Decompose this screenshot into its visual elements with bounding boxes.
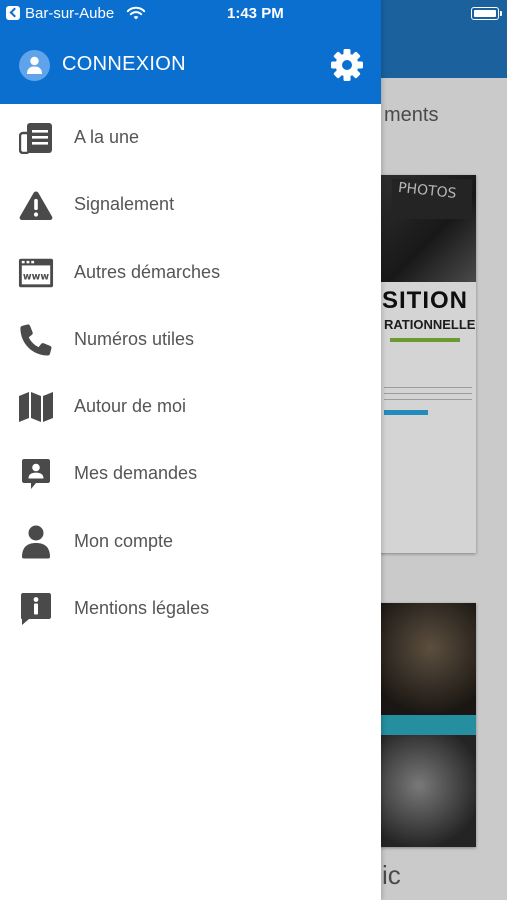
status-back-app-label[interactable]: Bar-sur-Aube bbox=[25, 5, 114, 22]
menu-label: Mentions légales bbox=[74, 598, 210, 619]
map-icon bbox=[18, 389, 54, 425]
menu-item-autres-demarches[interactable]: www Autres démarches bbox=[0, 239, 381, 306]
menu-label: Mes demandes bbox=[74, 463, 198, 484]
svg-text:www: www bbox=[23, 271, 49, 282]
menu-label: Signalement bbox=[74, 194, 175, 215]
menu-label: A la une bbox=[74, 127, 140, 147]
menu-item-mentions-legales[interactable]: Mentions légales bbox=[0, 575, 381, 642]
battery-icon bbox=[471, 7, 502, 20]
status-time: 1:43 PM bbox=[227, 5, 284, 22]
account-avatar-icon[interactable] bbox=[19, 50, 50, 81]
login-link[interactable]: CONNEXION bbox=[62, 53, 186, 76]
user-icon bbox=[18, 524, 54, 560]
menu-label: Autres démarches bbox=[74, 261, 221, 282]
wifi-icon bbox=[126, 6, 146, 20]
contact-bubble-icon bbox=[18, 456, 54, 492]
status-bar: Bar-sur-Aube 1:43 PM bbox=[0, 0, 507, 28]
settings-button[interactable] bbox=[329, 47, 365, 83]
www-window-icon: www bbox=[18, 255, 54, 291]
navigation-drawer: CONNEXION A la une Signalement www Autre… bbox=[0, 0, 381, 900]
menu-item-signalement[interactable]: Signalement bbox=[0, 171, 381, 238]
menu-item-mes-demandes[interactable]: Mes demandes bbox=[0, 440, 381, 507]
menu-item-mon-compte[interactable]: Mon compte bbox=[0, 508, 381, 575]
newspaper-icon bbox=[18, 120, 54, 156]
drawer-menu: A la une Signalement www Autres démarche… bbox=[0, 104, 381, 642]
menu-item-numeros-utiles[interactable]: Numéros utiles bbox=[0, 306, 381, 373]
menu-label: Autour de moi bbox=[74, 396, 187, 417]
back-to-app-icon[interactable] bbox=[6, 6, 20, 20]
warning-icon bbox=[18, 187, 54, 223]
info-bubble-icon bbox=[18, 591, 54, 627]
menu-label: Mon compte bbox=[74, 530, 174, 551]
menu-label: Numéros utiles bbox=[74, 328, 195, 349]
menu-item-autour-de-moi[interactable]: Autour de moi bbox=[0, 373, 381, 440]
phone-icon bbox=[18, 322, 54, 358]
gear-icon bbox=[331, 49, 363, 81]
menu-item-a-la-une[interactable]: A la une bbox=[0, 104, 381, 171]
